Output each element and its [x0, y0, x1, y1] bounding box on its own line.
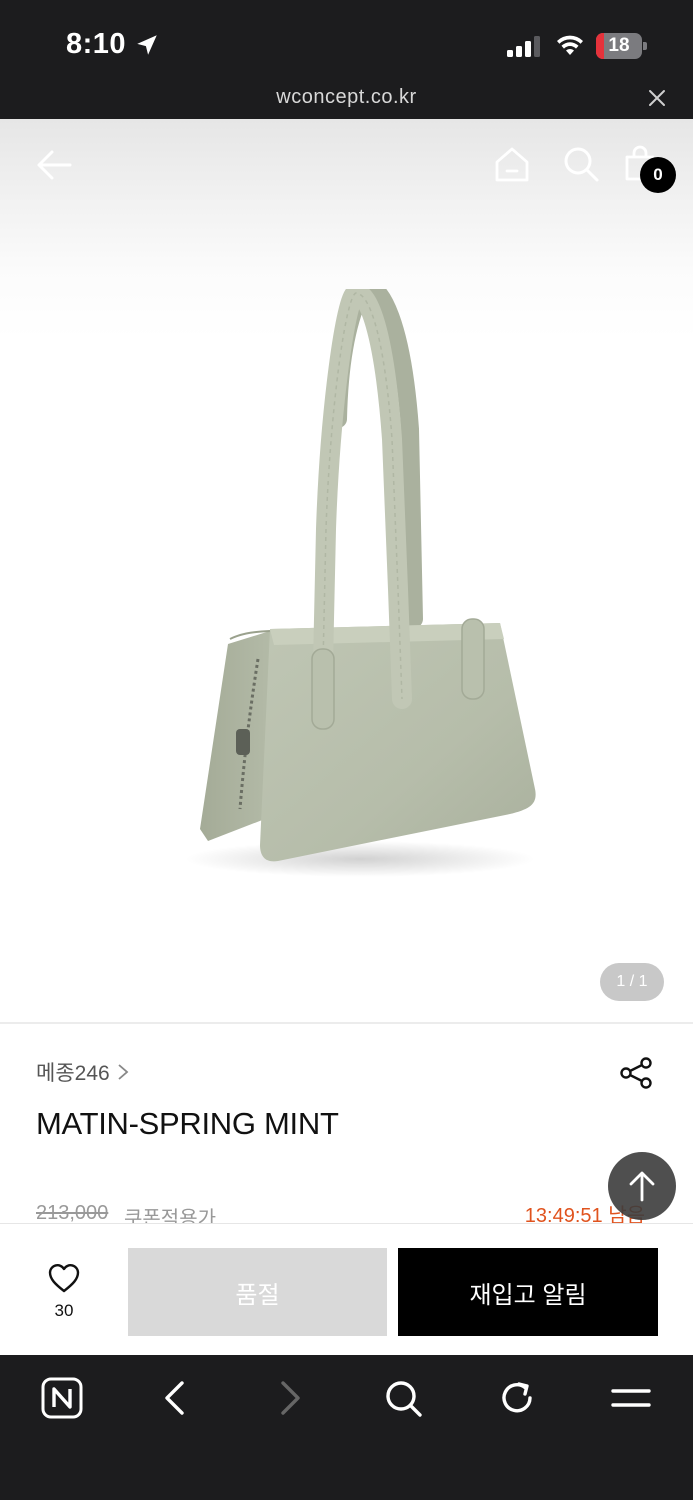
- forward-chevron-icon[interactable]: [277, 1380, 303, 1416]
- scroll-to-top-button[interactable]: [608, 1152, 676, 1220]
- naver-home-button[interactable]: [39, 1375, 85, 1421]
- back-chevron-icon[interactable]: [162, 1380, 188, 1416]
- brand-name[interactable]: 메종246: [36, 1057, 110, 1087]
- product-image[interactable]: [170, 289, 550, 889]
- browser-menu-button[interactable]: [608, 1375, 654, 1421]
- sold-out-button[interactable]: 품절: [128, 1248, 387, 1336]
- share-icon[interactable]: [619, 1056, 653, 1090]
- url-text[interactable]: wconcept.co.kr: [0, 86, 693, 109]
- wish-count: 30: [54, 1301, 74, 1320]
- browser-refresh-button[interactable]: [494, 1375, 540, 1421]
- chevron-right-icon: [118, 1064, 129, 1080]
- product-gallery[interactable]: 0 1 / 1: [0, 119, 693, 1023]
- original-price: 213,000: [36, 1202, 109, 1224]
- cart-count-badge[interactable]: 0: [640, 157, 676, 193]
- arrow-up-icon: [629, 1171, 655, 1202]
- product-name: MATIN-SPRING MINT: [36, 1106, 339, 1141]
- battery-indicator: 18: [596, 33, 648, 59]
- home-icon[interactable]: [494, 145, 530, 183]
- search-icon[interactable]: [562, 145, 600, 183]
- browser-toolbar: [0, 1355, 693, 1500]
- browser-search-button[interactable]: [380, 1375, 426, 1421]
- arrow-left-icon[interactable]: [36, 149, 72, 181]
- url-bar[interactable]: wconcept.co.kr: [0, 84, 693, 120]
- restock-alert-button[interactable]: 재입고 알림: [398, 1248, 658, 1336]
- browser-back-button[interactable]: [152, 1375, 198, 1421]
- status-bar: 8:10 18: [0, 0, 693, 84]
- battery-level: 18: [608, 35, 630, 56]
- signal-icon: [507, 36, 540, 57]
- purchase-action-bar: 30 품절 재입고 알림: [0, 1223, 693, 1355]
- refresh-icon[interactable]: [497, 1378, 537, 1418]
- brand-link[interactable]: 메종246: [36, 1057, 130, 1087]
- image-counter: 1 / 1: [600, 963, 664, 1001]
- divider: [0, 1022, 693, 1024]
- browser-forward-button[interactable]: [267, 1375, 313, 1421]
- status-time: 8:10: [66, 28, 127, 60]
- wish-button[interactable]: 30: [36, 1262, 92, 1321]
- heart-icon[interactable]: [47, 1262, 81, 1294]
- menu-icon[interactable]: [610, 1383, 652, 1413]
- close-icon[interactable]: [648, 89, 666, 107]
- naver-n-icon[interactable]: [41, 1377, 83, 1419]
- location-arrow-icon: [137, 35, 157, 55]
- product-page: 0 1 / 1 메종246 MATIN-SPRING MINT 213,000 …: [0, 119, 693, 1355]
- wifi-icon: [557, 35, 583, 55]
- search-icon[interactable]: [383, 1378, 423, 1418]
